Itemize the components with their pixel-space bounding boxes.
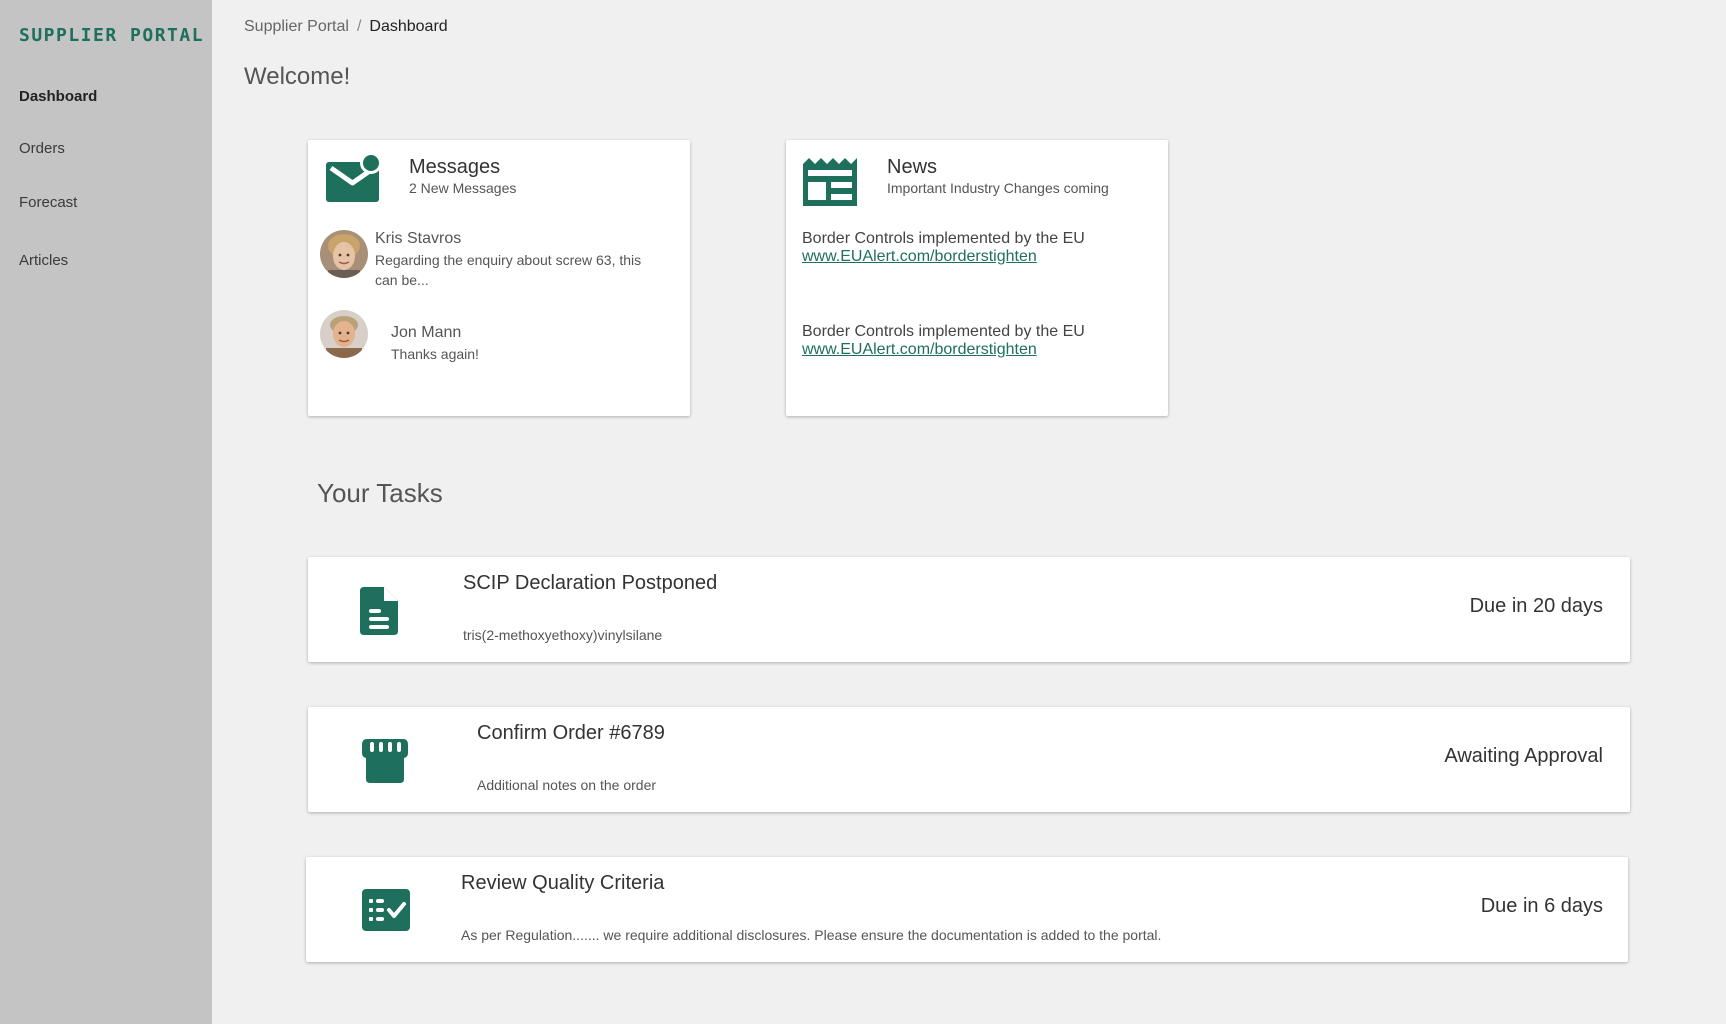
task-title: SCIP Declaration Postponed — [463, 572, 718, 594]
news-headline: Border Controls implemented by the EU — [802, 230, 1085, 247]
task-status: Due in 6 days — [1480, 895, 1603, 917]
messages-title: Messages — [409, 156, 501, 178]
news-card[interactable]: News Important Industry Changes coming B… — [786, 140, 1168, 416]
tasks-heading: Your Tasks — [317, 478, 443, 508]
task-description: As per Regulation....... we require addi… — [461, 927, 1162, 943]
sidebar-item-dashboard[interactable]: Dashboard — [19, 88, 97, 105]
mail-notification-icon — [325, 152, 382, 209]
message-sender: Kris Stavros — [375, 230, 462, 247]
messages-card[interactable]: Messages 2 New Messages Kris Stavros Reg… — [308, 140, 690, 416]
page-title: Welcome! — [244, 63, 351, 90]
sidebar-item-articles[interactable]: Articles — [19, 252, 68, 269]
breadcrumb: Supplier Portal / Dashboard — [244, 18, 448, 36]
avatar — [320, 230, 368, 278]
task-title: Review Quality Criteria — [461, 872, 665, 894]
message-preview: Regarding the enquiry about screw 63, th… — [375, 252, 642, 288]
store-icon — [362, 739, 408, 788]
sidebar: SUPPLIER PORTAL Dashboard Orders Forecas… — [0, 0, 212, 1024]
breadcrumb-root-link[interactable]: Supplier Portal — [244, 18, 349, 35]
task-card[interactable]: Confirm Order #6789 Additional notes on … — [308, 707, 1630, 812]
sidebar-item-orders[interactable]: Orders — [19, 140, 65, 157]
task-status: Awaiting Approval — [1444, 745, 1603, 767]
newspaper-icon — [803, 158, 857, 211]
message-preview: Thanks again! — [391, 346, 479, 362]
task-description: Additional notes on the order — [477, 777, 657, 793]
messages-subtitle: 2 New Messages — [409, 180, 517, 196]
brand-logo: SUPPLIER PORTAL — [19, 25, 205, 46]
task-card[interactable]: SCIP Declaration Postponed tris(2-methox… — [308, 557, 1630, 662]
checklist-icon — [362, 889, 410, 936]
news-subtitle: Important Industry Changes coming — [887, 180, 1109, 196]
message-sender: Jon Mann — [391, 324, 462, 341]
task-description: tris(2-methoxyethoxy)vinylsilane — [463, 627, 663, 643]
news-headline: Border Controls implemented by the EU — [802, 323, 1085, 340]
news-link[interactable]: www.EUAlert.com/borderstighten — [802, 248, 1037, 266]
task-card[interactable]: Review Quality Criteria As per Regulatio… — [306, 857, 1628, 962]
news-link[interactable]: www.EUAlert.com/borderstighten — [802, 341, 1037, 359]
document-icon — [360, 587, 398, 640]
avatar — [320, 310, 368, 358]
breadcrumb-current: Dashboard — [369, 18, 448, 35]
news-title: News — [887, 156, 938, 178]
sidebar-item-forecast[interactable]: Forecast — [19, 194, 77, 211]
breadcrumb-separator: / — [356, 18, 362, 35]
task-title: Confirm Order #6789 — [477, 722, 665, 744]
task-status: Due in 20 days — [1469, 595, 1603, 617]
